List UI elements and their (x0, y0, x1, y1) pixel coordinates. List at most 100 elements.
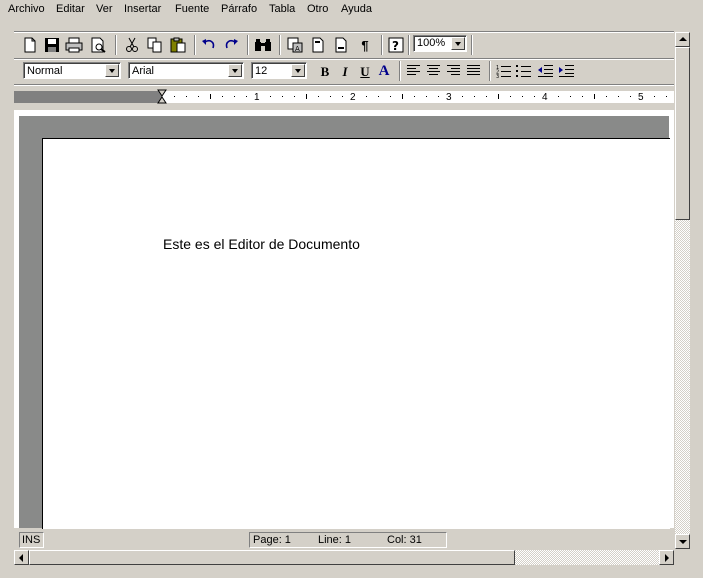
font-size-select[interactable]: 12 (251, 62, 307, 79)
text-color-button[interactable]: A (374, 61, 394, 81)
document-page[interactable] (42, 138, 670, 529)
toolbar-separator (279, 35, 281, 55)
zoom-value: 100% (417, 37, 446, 49)
ruler-tick (654, 96, 655, 97)
scroll-left-button[interactable] (14, 550, 29, 565)
chevron-down-icon[interactable] (291, 64, 305, 77)
vertical-scroll-thumb[interactable] (675, 47, 690, 220)
insert-object-button[interactable]: A (285, 35, 305, 55)
numbered-list-icon: 123 (496, 65, 511, 78)
ruler-tick (498, 94, 499, 99)
font-select[interactable]: Arial (128, 62, 244, 79)
undo-button[interactable] (199, 35, 219, 55)
menu-fuente[interactable]: Fuente (175, 3, 209, 15)
menu-archivo[interactable]: Archivo (8, 3, 45, 15)
ruler-tick (282, 96, 283, 97)
page-header-button[interactable] (308, 35, 328, 55)
style-select[interactable]: Normal (23, 62, 121, 79)
italic-button[interactable]: I (335, 61, 355, 81)
italic-icon: I (342, 63, 348, 79)
insert-object-icon: A (287, 37, 303, 53)
menu-editar[interactable]: Editar (56, 3, 85, 15)
document-text[interactable]: Este es el Editor de Documento (163, 236, 360, 252)
menu-otro[interactable]: Otro (307, 3, 328, 15)
show-formatting-button[interactable]: ¶ (355, 35, 375, 55)
chevron-down-icon[interactable] (105, 64, 119, 77)
align-center-button[interactable] (424, 61, 444, 81)
scroll-up-button[interactable] (675, 32, 690, 47)
align-center-icon (427, 65, 440, 75)
menu-ayuda[interactable]: Ayuda (341, 3, 372, 15)
ruler-tick (246, 96, 247, 97)
text-color-icon: A (378, 62, 390, 79)
bold-button[interactable]: B (315, 61, 335, 81)
indent-marker-icon[interactable] (157, 89, 168, 105)
justify-icon (467, 65, 480, 75)
ruler-tick (174, 96, 175, 97)
help-button[interactable]: ? (386, 35, 406, 55)
font-size-value: 12 (255, 65, 268, 77)
numbered-list-button[interactable]: 123 (494, 61, 514, 81)
status-col: Col: 31 (387, 534, 422, 546)
toolbar-separator (381, 35, 383, 55)
menu-insertar[interactable]: Insertar (124, 3, 161, 15)
toolbar-separator (489, 61, 491, 81)
paste-button[interactable] (168, 35, 188, 55)
scroll-down-button[interactable] (675, 534, 690, 549)
align-right-button[interactable] (444, 61, 464, 81)
help-icon-glyph: ? (392, 39, 399, 53)
copy-button[interactable] (145, 35, 165, 55)
bullet-list-button[interactable] (514, 61, 534, 81)
ruler-tick (558, 96, 559, 97)
ruler-tick (582, 96, 583, 97)
paste-icon (170, 37, 186, 53)
underline-icon: U (360, 63, 370, 79)
cut-button[interactable] (122, 35, 142, 55)
decrease-indent-button[interactable] (536, 61, 556, 81)
ruler-tick (294, 96, 295, 97)
save-button[interactable] (42, 35, 62, 55)
increase-indent-button[interactable] (557, 61, 577, 81)
font-value: Arial (132, 65, 155, 77)
menu-tabla[interactable]: Tabla (269, 3, 295, 15)
scroll-right-button[interactable] (659, 550, 674, 565)
format-toolbar: Normal Arial 12 B I U A 123 (0, 59, 680, 83)
insert-mode-indicator: INS (19, 532, 44, 548)
ruler-tick (462, 96, 463, 97)
ruler-number: 4 (541, 92, 549, 103)
menu-ver[interactable]: Ver (96, 3, 113, 15)
new-document-button[interactable] (20, 35, 40, 55)
justify-button[interactable] (464, 61, 484, 81)
chevron-down-icon[interactable] (451, 37, 465, 50)
ruler-tick (630, 96, 631, 97)
ruler-tick (618, 96, 619, 97)
underline-button[interactable]: U (355, 61, 375, 81)
page-footer-button[interactable] (331, 35, 351, 55)
ruler-tick (210, 94, 211, 99)
print-button[interactable] (64, 35, 84, 55)
chevron-down-icon[interactable] (228, 64, 242, 77)
ruler-tick (594, 94, 595, 99)
menu-parrafo[interactable]: Párrafo (221, 3, 257, 15)
status-page: Page: 1 (253, 534, 291, 546)
ruler-tick (330, 96, 331, 97)
ruler-tick (666, 96, 667, 97)
print-preview-button[interactable] (88, 35, 108, 55)
bold-icon: B (320, 63, 330, 79)
ruler-tick (390, 96, 391, 97)
align-right-icon (447, 65, 460, 75)
ruler-number: 2 (349, 92, 357, 103)
find-button[interactable] (253, 35, 273, 55)
zoom-select[interactable]: 100% (413, 35, 467, 52)
ruler-tick (306, 94, 307, 99)
ruler-tick (606, 96, 607, 97)
ruler[interactable]: 1 2 3 4 5 (14, 89, 674, 105)
ruler-tick (426, 96, 427, 97)
horizontal-scroll-thumb[interactable] (29, 550, 515, 565)
page-shadow-left (19, 116, 42, 528)
align-left-button[interactable] (404, 61, 424, 81)
status-position: Page: 1 Line: 1 Col: 31 (249, 532, 447, 548)
ruler-tick (366, 96, 367, 97)
standard-toolbar: A ¶ ? 100% (0, 33, 680, 57)
redo-button[interactable] (221, 35, 241, 55)
